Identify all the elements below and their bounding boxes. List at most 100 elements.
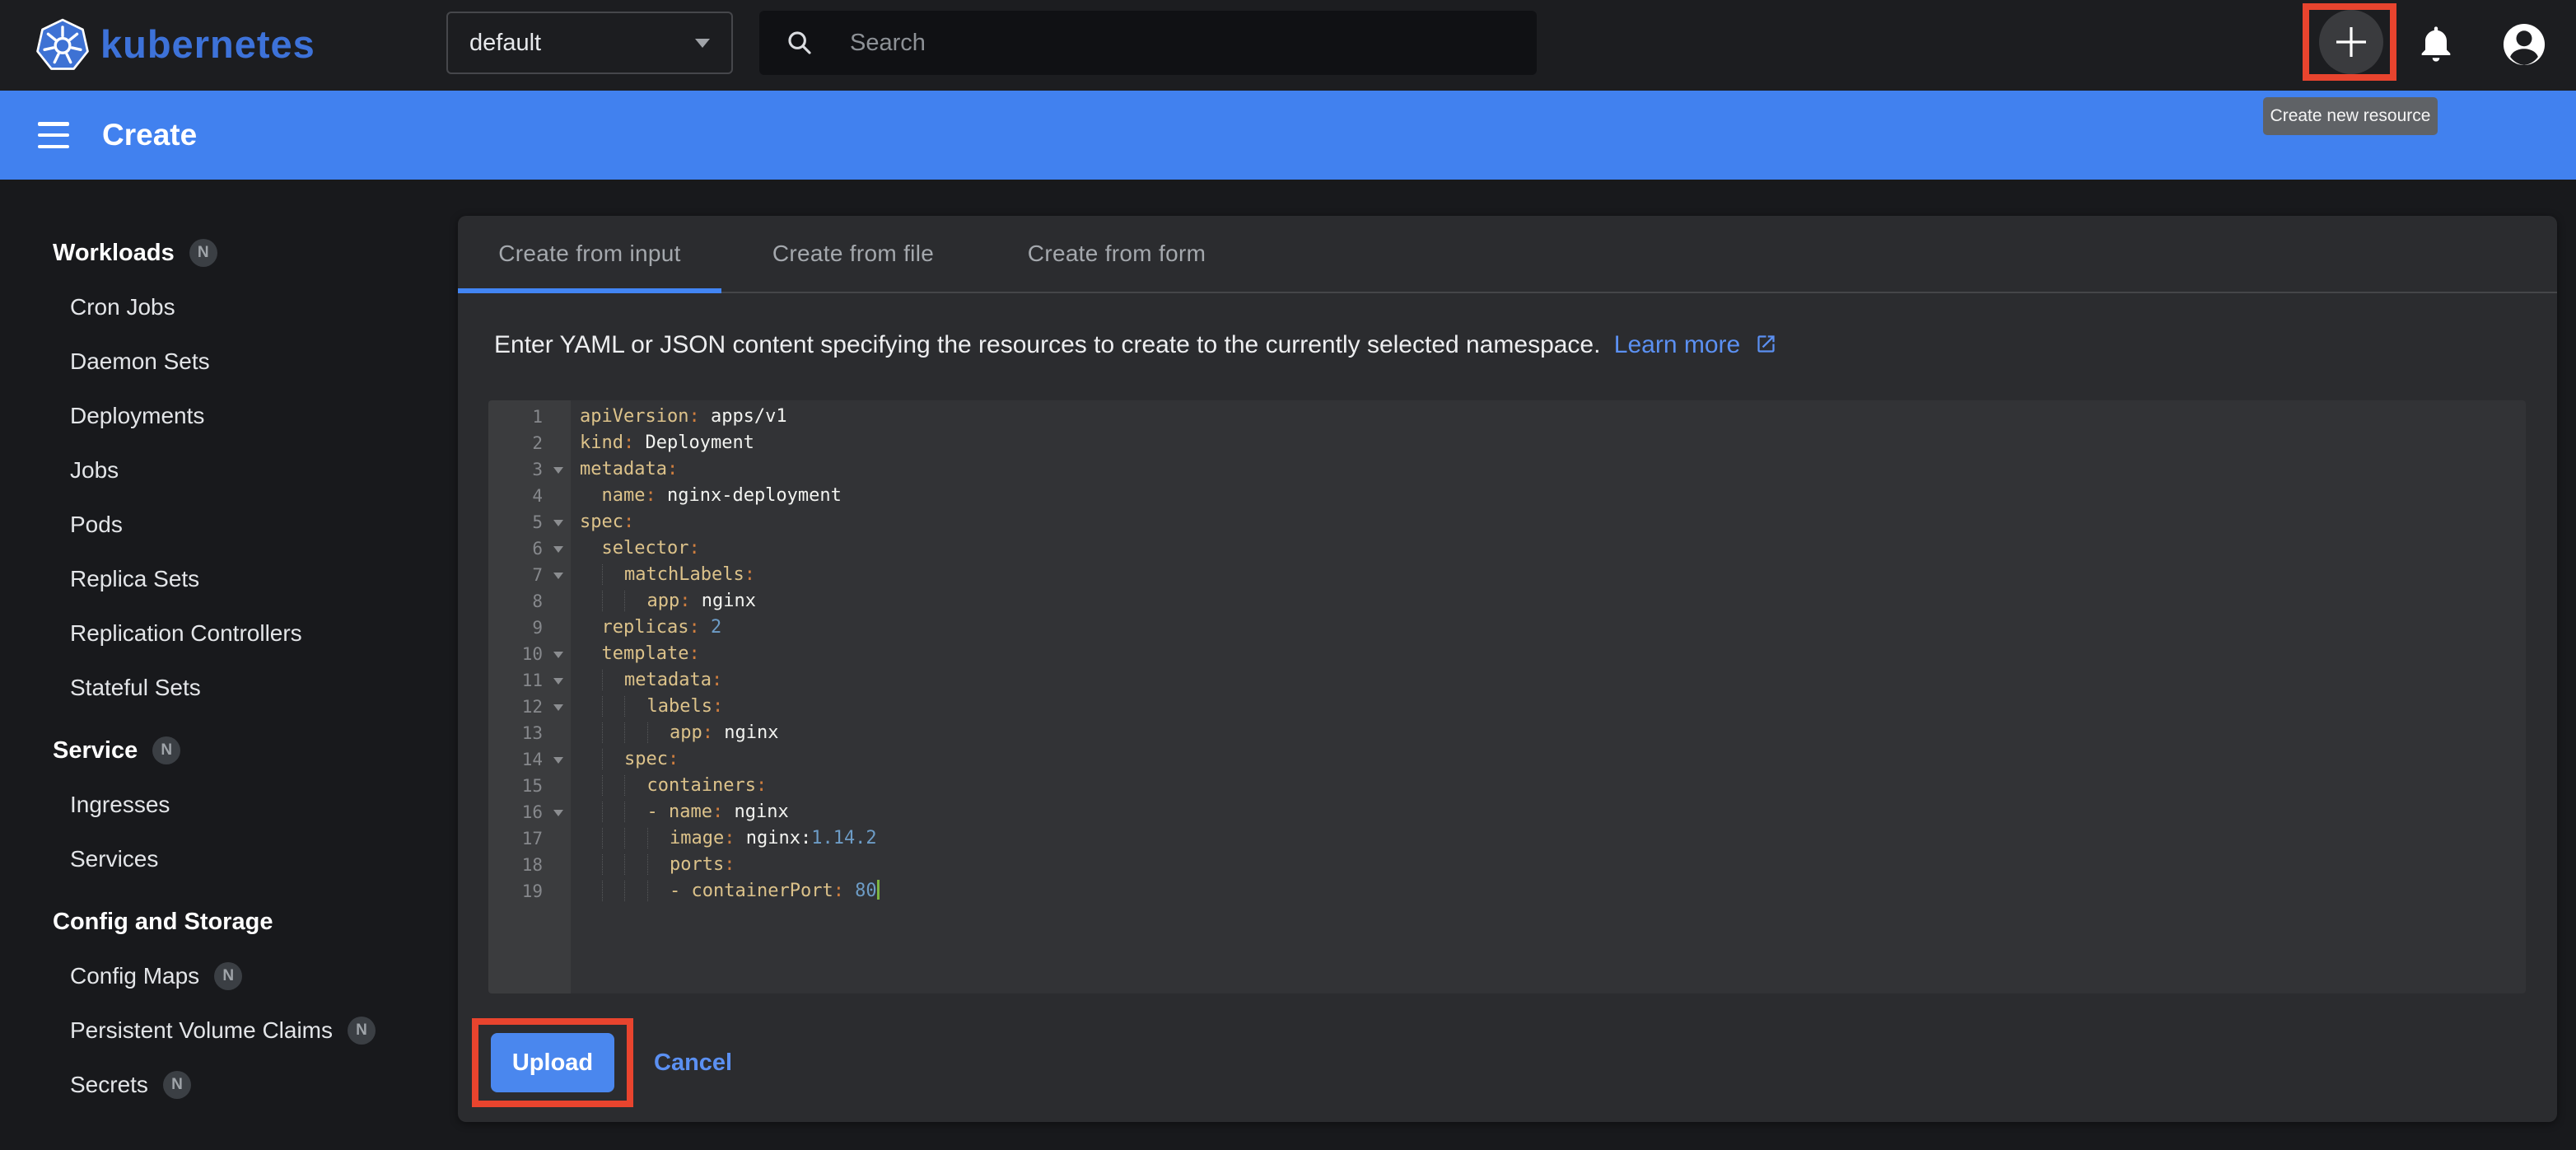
learn-more-link[interactable]: Learn more [1614, 331, 1777, 358]
search-box[interactable] [759, 11, 1537, 75]
editor-line-9: 9 replicas: 2 [488, 615, 2526, 641]
code-line: containers: [571, 773, 767, 799]
line-number: 16 [488, 799, 571, 825]
new-badge: N [348, 1017, 376, 1045]
item-label: Deployments [70, 403, 204, 429]
menu-button[interactable] [38, 122, 69, 148]
create-card: Create from inputCreate from fileCreate … [458, 216, 2557, 1122]
sidebar-section-header-config-and-storage[interactable]: Config and Storage [53, 895, 458, 949]
token-colon: : [833, 881, 844, 901]
fold-arrow-icon[interactable] [553, 520, 563, 526]
section-label: Service [53, 737, 138, 764]
token-colon: : [679, 591, 690, 611]
sidebar-item-daemon-sets[interactable]: Daemon Sets [53, 334, 458, 389]
token-colon: : [645, 485, 656, 506]
token-plain: Deployment [634, 432, 754, 453]
sidebar-item-stateful-sets[interactable]: Stateful Sets [53, 661, 458, 715]
account-button[interactable] [2499, 0, 2550, 91]
token-plain: nginx [691, 591, 756, 611]
sidebar-item-cron-jobs[interactable]: Cron Jobs [53, 280, 458, 334]
token-plain: nginx [713, 722, 778, 743]
token-colon: : [712, 802, 723, 822]
line-number: 11 [488, 667, 571, 694]
line-number: 13 [488, 720, 571, 746]
fold-arrow-icon[interactable] [553, 678, 563, 685]
sidebar-section-header-service[interactable]: ServiceN [53, 723, 458, 778]
indent-guide [580, 749, 602, 769]
editor-line-14: 14 spec: [488, 746, 2526, 773]
create-new-resource-button[interactable] [2319, 10, 2383, 74]
tab-create-from-file[interactable]: Create from file [721, 216, 985, 292]
sidebar-item-replica-sets[interactable]: Replica Sets [53, 552, 458, 606]
token-plain: nginx [723, 802, 788, 822]
sidebar-item-jobs[interactable]: Jobs [53, 443, 458, 498]
sidebar-item-services[interactable]: Services [53, 832, 458, 886]
sidebar-section-workloads: WorkloadsNCron JobsDaemon Sets Deployment… [53, 226, 458, 715]
sidebar-item-persistent-volume-claims[interactable]: Persistent Volume ClaimsN [53, 1003, 458, 1058]
indent-guide [647, 881, 670, 901]
token-dash: - [670, 881, 692, 901]
line-number: 3 [488, 456, 571, 483]
new-badge: N [189, 239, 217, 267]
line-number: 19 [488, 878, 571, 905]
indent-guide [580, 564, 602, 585]
line-number: 7 [488, 562, 571, 588]
code-line: name: nginx-deployment [571, 483, 842, 509]
code-line: template: [571, 641, 700, 667]
code-line: spec: [571, 746, 679, 773]
tab-create-from-input[interactable]: Create from input [458, 216, 721, 292]
indent-guide [624, 828, 647, 848]
notifications-button[interactable] [2411, 0, 2461, 91]
line-number: 17 [488, 825, 571, 852]
line-number: 6 [488, 535, 571, 562]
code-line: replicas: 2 [571, 615, 721, 641]
token-key: matchLabels [624, 564, 744, 585]
token-colon: : [712, 696, 723, 717]
token-key: selector [602, 538, 689, 559]
editor-description: Enter YAML or JSON content specifying th… [494, 328, 2521, 362]
indent-guide [624, 696, 647, 717]
fold-arrow-icon[interactable] [553, 757, 563, 764]
indent-guide [602, 591, 625, 611]
token-key: metadata [624, 670, 712, 690]
indent-guide [647, 854, 670, 875]
text-cursor [877, 880, 880, 900]
sidebar-item-ingresses[interactable]: Ingresses [53, 778, 458, 832]
token-num: 80 [844, 881, 877, 901]
cancel-button[interactable]: Cancel [654, 1049, 732, 1077]
editor-line-18: 18 ports: [488, 852, 2526, 878]
new-badge: N [214, 962, 242, 990]
line-number: 14 [488, 746, 571, 773]
search-input[interactable] [848, 29, 1510, 58]
fold-arrow-icon[interactable] [553, 810, 563, 816]
code-line: metadata: [571, 667, 722, 694]
sidebar-item-secrets[interactable]: SecretsN [53, 1058, 458, 1112]
fold-arrow-icon[interactable] [553, 467, 563, 474]
editor-line-19: 19 - containerPort: 80 [488, 878, 2526, 905]
sidebar-item-deployments[interactable]: Deployments [53, 389, 458, 443]
indent-guide [580, 775, 602, 796]
plus-icon [2331, 22, 2371, 62]
yaml-editor[interactable]: 1apiVersion: apps/v12kind: Deployment3me… [488, 400, 2526, 993]
sidebar-item-pods[interactable]: Pods [53, 498, 458, 552]
fold-arrow-icon[interactable] [553, 573, 563, 579]
fold-arrow-icon[interactable] [553, 546, 563, 553]
sidebar-item-replication-controllers[interactable]: Replication Controllers [53, 606, 458, 661]
line-number: 2 [488, 430, 571, 456]
fold-arrow-icon[interactable] [553, 652, 563, 658]
upload-button[interactable]: Upload [491, 1033, 614, 1092]
tab-create-from-form[interactable]: Create from form [985, 216, 1248, 292]
fold-arrow-icon[interactable] [553, 704, 563, 711]
indent-guide [602, 854, 625, 875]
token-colon: : [623, 432, 634, 453]
token-colon: : [744, 564, 755, 585]
namespace-select[interactable]: default [446, 12, 733, 74]
indent-guide [602, 749, 625, 769]
sidebar-section-header-workloads[interactable]: WorkloadsN [53, 226, 458, 280]
app-header: Create [0, 91, 2576, 180]
item-label: Config Maps [70, 963, 199, 989]
indent-guide [580, 828, 602, 848]
sidebar-item-config-maps[interactable]: Config Maps N [53, 949, 458, 1003]
editor-line-3: 3metadata: [488, 456, 2526, 483]
line-number: 8 [488, 588, 571, 615]
